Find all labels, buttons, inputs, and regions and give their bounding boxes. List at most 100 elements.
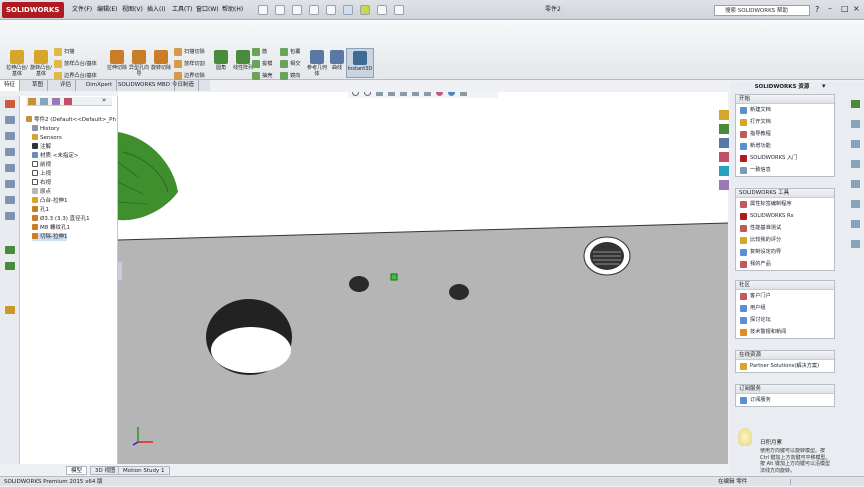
appearances-icon[interactable] [719, 166, 729, 176]
tab-features[interactable]: 特征 [0, 80, 21, 91]
minimize-icon[interactable]: – [828, 4, 832, 13]
smart-tool-icon[interactable] [5, 306, 15, 314]
link-tutorials[interactable]: 指导教程 [736, 128, 834, 140]
link-subscription[interactable]: 订阅服务 [736, 394, 834, 406]
viewport-maximize-icon[interactable]: ▭ [704, 92, 711, 94]
line-tool-icon[interactable] [5, 116, 15, 124]
link-info[interactable]: 一致信息 [736, 164, 834, 176]
tree-item-right-plane[interactable]: 右视 [32, 179, 51, 187]
new-icon[interactable] [258, 5, 268, 15]
viewport-restore-icon[interactable]: ▭ [692, 92, 699, 94]
revolved-cut-button[interactable]: 旋转切除 [150, 50, 172, 71]
menu-edit[interactable]: 编辑(E) [97, 4, 117, 16]
rebuild-icon[interactable] [360, 5, 370, 15]
options-icon[interactable] [394, 5, 404, 15]
tool-icon[interactable] [851, 140, 860, 148]
graphics-area[interactable]: ▭ ▭ ▭ × [118, 92, 728, 464]
link-solidworks-rx[interactable]: SOLIDWORKS Rx [736, 210, 834, 222]
tab-evaluate[interactable]: 评估 [56, 80, 77, 91]
view-orientation-icon[interactable] [400, 92, 407, 96]
view-settings-icon[interactable] [460, 92, 467, 96]
chevron-right-icon[interactable]: » [102, 96, 106, 104]
menu-tools[interactable]: 工具(T) [172, 4, 192, 16]
section-view-icon[interactable] [388, 92, 395, 96]
tree-item-diameter-hole[interactable]: Ø3.3 (3.3) 直径孔1 [32, 215, 90, 223]
menu-window[interactable]: 窗口(W) [196, 4, 219, 16]
circle-tool-icon[interactable] [5, 148, 15, 156]
undo-icon[interactable] [326, 5, 336, 15]
design-library-icon[interactable] [719, 124, 729, 134]
tab-3d-views[interactable]: 3D 视图 [90, 466, 121, 475]
link-property-tab-builder[interactable]: 属性标签编制程序 [736, 198, 834, 210]
zoom-fit-icon[interactable] [352, 92, 359, 96]
tree-item-material[interactable]: 材质 <未指定> [32, 152, 78, 160]
extruded-cut-button[interactable]: 拉伸切除 [106, 50, 128, 71]
tool-icon[interactable] [851, 200, 860, 208]
tree-item-front-plane[interactable]: 前视 [32, 161, 51, 169]
shell-button[interactable]: 抽壳 [252, 71, 272, 81]
linear-pattern-button[interactable]: 线性阵列 [232, 50, 254, 71]
menu-insert[interactable]: 插入(I) [147, 4, 165, 16]
tool-icon[interactable] [851, 240, 860, 248]
wrap-button[interactable]: 包覆 [280, 47, 300, 57]
tree-item-top-plane[interactable]: 上视 [32, 170, 51, 178]
link-customer-portal[interactable]: 客户门户 [736, 290, 834, 302]
custom-properties-icon[interactable] [719, 180, 729, 190]
reference-geometry-button[interactable]: 参考几何体 [306, 50, 328, 77]
property-manager-icon[interactable] [40, 98, 48, 105]
relation-tool-icon[interactable] [5, 262, 15, 270]
hide-show-icon[interactable] [424, 92, 431, 96]
tool-icon[interactable] [851, 100, 860, 108]
zoom-area-icon[interactable] [364, 92, 371, 96]
print-icon[interactable] [309, 5, 319, 15]
display-manager-icon[interactable] [64, 98, 72, 105]
mirror-button[interactable]: 镜向 [280, 71, 300, 81]
link-tech-alerts[interactable]: 技术警报和新闻 [736, 326, 834, 338]
trim-tool-icon[interactable] [5, 196, 15, 204]
link-whats-new[interactable]: 新增功能 [736, 140, 834, 152]
lofted-cut-button[interactable]: 放样切割 [174, 59, 205, 69]
menu-file[interactable]: 文件(F) [72, 4, 92, 16]
intersect-button[interactable]: 相交 [280, 59, 300, 69]
loft-boss-button[interactable]: 放样凸台/基体 [54, 59, 97, 69]
small-hole-1[interactable] [349, 276, 369, 292]
maximize-icon[interactable]: □ [841, 4, 849, 13]
viewport-minimize-icon[interactable]: ▭ [680, 92, 687, 94]
sketch-tool-icon[interactable] [5, 100, 15, 108]
link-compare-score[interactable]: 比较我的评分 [736, 234, 834, 246]
link-open-document[interactable]: 打开文档 [736, 116, 834, 128]
tool-icon[interactable] [851, 180, 860, 188]
large-hole[interactable] [206, 299, 292, 375]
tree-item-boss-extrude[interactable]: 凸台-拉伸1 [32, 197, 67, 205]
appearance-icon[interactable] [436, 92, 443, 96]
file-properties-icon[interactable] [377, 5, 387, 15]
previous-view-icon[interactable] [376, 92, 383, 96]
fillet-button[interactable]: 圆角 [210, 50, 232, 71]
link-my-products[interactable]: 我的产品 [736, 258, 834, 270]
spline-tool-icon[interactable] [5, 180, 15, 188]
tree-item-annotations[interactable]: 注解 [32, 143, 51, 151]
sweep-button[interactable]: 扫描 [54, 47, 74, 57]
link-partner-solutions[interactable]: Partner Solutions(解决方案) [736, 360, 834, 372]
close-icon[interactable]: × [853, 4, 860, 13]
feature-manager-icon[interactable] [28, 98, 36, 105]
small-hole-2[interactable] [449, 284, 469, 300]
save-icon[interactable] [292, 5, 302, 15]
tool-icon[interactable] [851, 120, 860, 128]
tree-root-part[interactable]: 零件2 (Default<<Default>_Ph [26, 116, 116, 124]
tab-dimxpert[interactable]: DimXpert [82, 80, 118, 91]
extruded-boss-button[interactable]: 拉伸凸台/基体 [6, 50, 28, 77]
open-icon[interactable] [275, 5, 285, 15]
instant3d-button[interactable]: Instant3D [346, 48, 374, 78]
rectangle-tool-icon[interactable] [5, 132, 15, 140]
tab-sketch[interactable]: 草图 [28, 80, 49, 91]
display-style-icon[interactable] [412, 92, 419, 96]
link-forum[interactable]: 探讨论坛 [736, 314, 834, 326]
search-input[interactable]: 搜索 SOLIDWORKS 帮助 [714, 5, 810, 16]
configuration-manager-icon[interactable] [52, 98, 60, 105]
tab-motion-study[interactable]: Motion Study 1 [118, 466, 170, 475]
tree-item-origin[interactable]: 原点 [32, 188, 51, 196]
menu-help[interactable]: 帮助(H) [222, 4, 243, 16]
hole-wizard-button[interactable]: 异型孔向导 [128, 50, 150, 77]
solidworks-logo[interactable]: SOLIDWORKS [2, 2, 64, 18]
